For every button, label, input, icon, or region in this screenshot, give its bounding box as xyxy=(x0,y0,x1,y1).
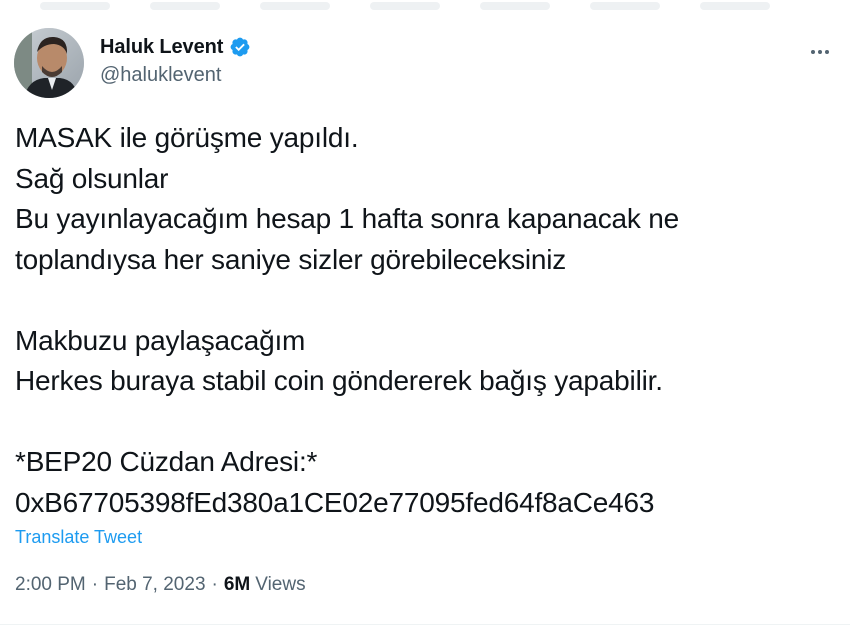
author-handle[interactable]: @haluklevent xyxy=(100,64,251,87)
verified-badge-icon xyxy=(229,36,251,58)
translate-tweet-link[interactable]: Translate Tweet xyxy=(15,527,142,548)
tweet-text-line: 0xB67705398fEd380a1CE02e77095fed64f8aCe4… xyxy=(15,486,655,518)
tweet-text-line: Bu yayınlayacağım hesap 1 hafta sonra ka… xyxy=(15,203,679,234)
tweet-header: Haluk Levent @haluklevent xyxy=(14,28,836,100)
tweet-text-line: *BEP20 Cüzdan Adresi:* xyxy=(15,446,318,477)
tweet-date[interactable]: Feb 7, 2023 xyxy=(104,574,205,596)
more-options-button[interactable] xyxy=(804,36,836,68)
tweet-meta: 2:00 PM · Feb 7, 2023 · 6M Views xyxy=(15,574,306,596)
meta-separator: · xyxy=(211,574,218,595)
more-horizontal-icon xyxy=(811,50,829,54)
views-count[interactable]: 6M xyxy=(224,574,250,596)
tweet-text-line: MASAK ile görüşme yapıldı. xyxy=(15,122,359,153)
tweet-text-line: toplandıysa her saniye sizler görebilece… xyxy=(15,243,567,275)
views-label: Views xyxy=(255,574,306,595)
tweet-text: MASAK ile görüşme yapıldı. Sağ olsunlar … xyxy=(15,118,835,523)
tweet-text-line: Sağ olsunlar xyxy=(15,162,169,194)
name-row: Haluk Levent xyxy=(100,32,251,62)
profile-photo xyxy=(14,28,84,98)
author-display-name[interactable]: Haluk Levent xyxy=(100,36,223,59)
avatar[interactable] xyxy=(14,28,84,98)
tweet-text-line: Herkes buraya stabil coin göndererek bağ… xyxy=(15,365,663,396)
author-block[interactable]: Haluk Levent @haluklevent xyxy=(100,32,251,87)
meta-separator: · xyxy=(91,574,99,595)
tweet-text-line: Makbuzu paylaşacağım xyxy=(15,324,306,356)
divider xyxy=(0,624,850,625)
previous-tweet-remnant xyxy=(0,0,850,14)
tweet-time[interactable]: 2:00 PM xyxy=(15,574,86,596)
